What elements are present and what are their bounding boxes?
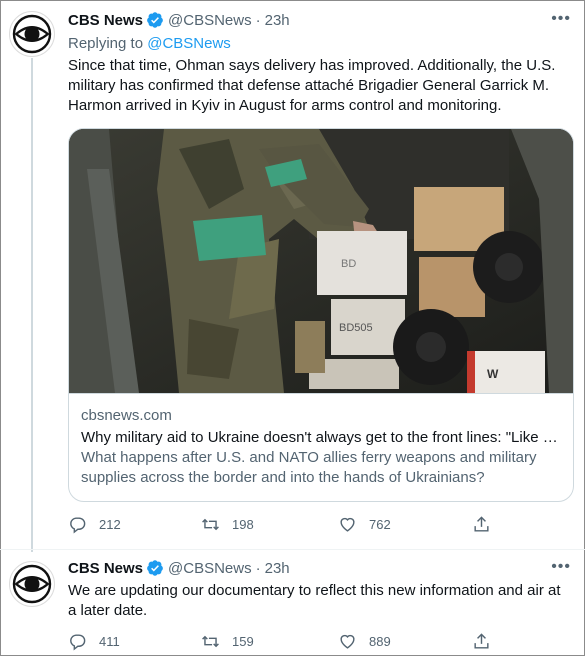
like-count: 889 (369, 634, 391, 649)
card-body[interactable]: cbsnews.com Why military aid to Ukraine … (69, 393, 573, 501)
cbs-eye-logo-icon (12, 564, 52, 604)
retweet-button[interactable]: 159 (201, 632, 254, 651)
tweet-actions: 411 159 889 (68, 632, 508, 652)
handle[interactable]: @CBSNews (168, 560, 252, 577)
soldier-loading-boxes-photo: BD BD505 W (69, 129, 573, 393)
avatar[interactable] (9, 11, 55, 57)
more-icon[interactable]: ••• (551, 10, 571, 28)
card-title: Why military aid to Ukraine doesn't alwa… (81, 429, 558, 446)
mention-link[interactable]: @CBSNews (147, 35, 231, 52)
verified-badge-icon (147, 12, 163, 28)
reply-icon (70, 517, 86, 534)
like-count: 762 (369, 517, 391, 532)
reply-count: 411 (99, 634, 120, 649)
card-description: What happens after U.S. and NATO allies … (81, 449, 537, 486)
like-icon (340, 517, 355, 532)
display-name[interactable]: CBS News (68, 560, 143, 577)
photo-box-label-2: BD505 (339, 322, 373, 334)
like-icon (340, 634, 355, 649)
tweet-header: CBS News @CBSNews · 23h (68, 10, 290, 30)
replying-label: Replying to (68, 35, 144, 52)
handle[interactable]: @CBSNews (168, 12, 252, 29)
verified-badge-icon (147, 560, 163, 576)
photo-box-label-1: BD (341, 258, 356, 270)
tweet-divider (0, 549, 585, 550)
retweet-count: 159 (232, 634, 254, 649)
card-domain: cbsnews.com (81, 407, 172, 424)
reply-icon (70, 634, 86, 651)
more-icon[interactable]: ••• (551, 558, 571, 576)
share-icon (474, 516, 489, 532)
link-card[interactable]: BD BD505 W cbsnews.com Why military aid … (68, 128, 574, 502)
tweet-header: CBS News @CBSNews · 23h (68, 558, 290, 578)
reply-count: 212 (99, 517, 121, 532)
replying-to: Replying to @CBSNews (68, 35, 231, 52)
separator-dot: · (255, 11, 261, 29)
retweet-icon (202, 635, 219, 648)
thread-connector-line (31, 58, 33, 552)
share-button[interactable] (472, 515, 503, 534)
tweet-text: Since that time, Ohman says delivery has… (68, 57, 556, 114)
retweet-count: 198 (232, 517, 254, 532)
retweet-button[interactable]: 198 (201, 515, 254, 534)
cbs-eye-logo-icon (12, 14, 52, 54)
reply-button[interactable]: 411 (68, 632, 120, 651)
share-icon (474, 633, 489, 649)
photo-box-label-3: W (487, 367, 499, 381)
tweet-actions: 212 198 762 (68, 515, 508, 535)
timestamp[interactable]: 23h (265, 12, 290, 29)
share-button[interactable] (472, 632, 503, 651)
like-button[interactable]: 889 (338, 632, 391, 651)
tweet-text: We are updating our documentary to refle… (68, 582, 561, 619)
separator-dot: · (255, 559, 261, 577)
display-name[interactable]: CBS News (68, 12, 143, 29)
avatar[interactable] (9, 561, 55, 607)
card-image[interactable]: BD BD505 W (69, 129, 573, 393)
timestamp[interactable]: 23h (265, 560, 290, 577)
like-button[interactable]: 762 (338, 515, 391, 534)
reply-button[interactable]: 212 (68, 515, 121, 534)
retweet-icon (202, 518, 219, 531)
